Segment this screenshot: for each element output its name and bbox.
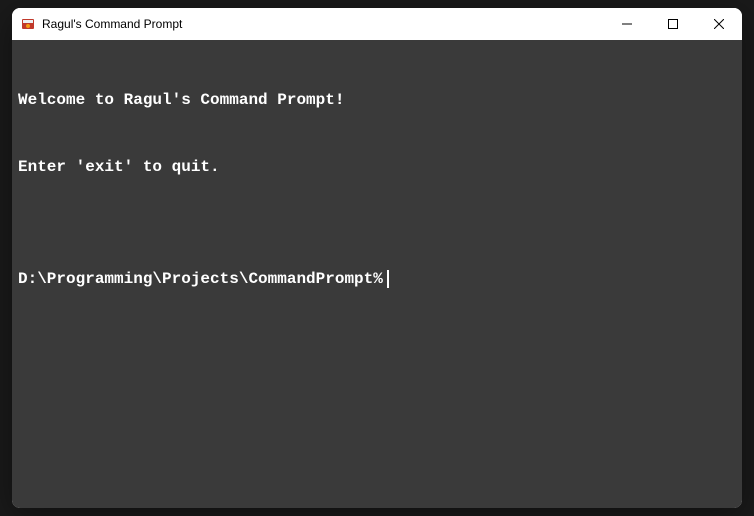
terminal-area[interactable]: Welcome to Ragul's Command Prompt! Enter… <box>12 40 742 508</box>
close-button[interactable] <box>696 8 742 40</box>
terminal-cursor <box>387 270 389 288</box>
close-icon <box>714 19 724 29</box>
maximize-button[interactable] <box>650 8 696 40</box>
titlebar[interactable]: Ragul's Command Prompt <box>12 8 742 40</box>
terminal-prompt: D:\Programming\Projects\CommandPrompt% <box>18 268 383 290</box>
terminal-output-line: Enter 'exit' to quit. <box>18 156 736 178</box>
minimize-icon <box>622 19 632 29</box>
application-window: Ragul's Command Prompt Welcome to Ragul' <box>12 8 742 508</box>
window-controls <box>604 8 742 40</box>
minimize-button[interactable] <box>604 8 650 40</box>
app-icon <box>20 16 36 32</box>
terminal-prompt-line: D:\Programming\Projects\CommandPrompt% <box>18 268 736 290</box>
maximize-icon <box>668 19 678 29</box>
window-title: Ragul's Command Prompt <box>42 17 604 31</box>
terminal-output-line: Welcome to Ragul's Command Prompt! <box>18 89 736 111</box>
